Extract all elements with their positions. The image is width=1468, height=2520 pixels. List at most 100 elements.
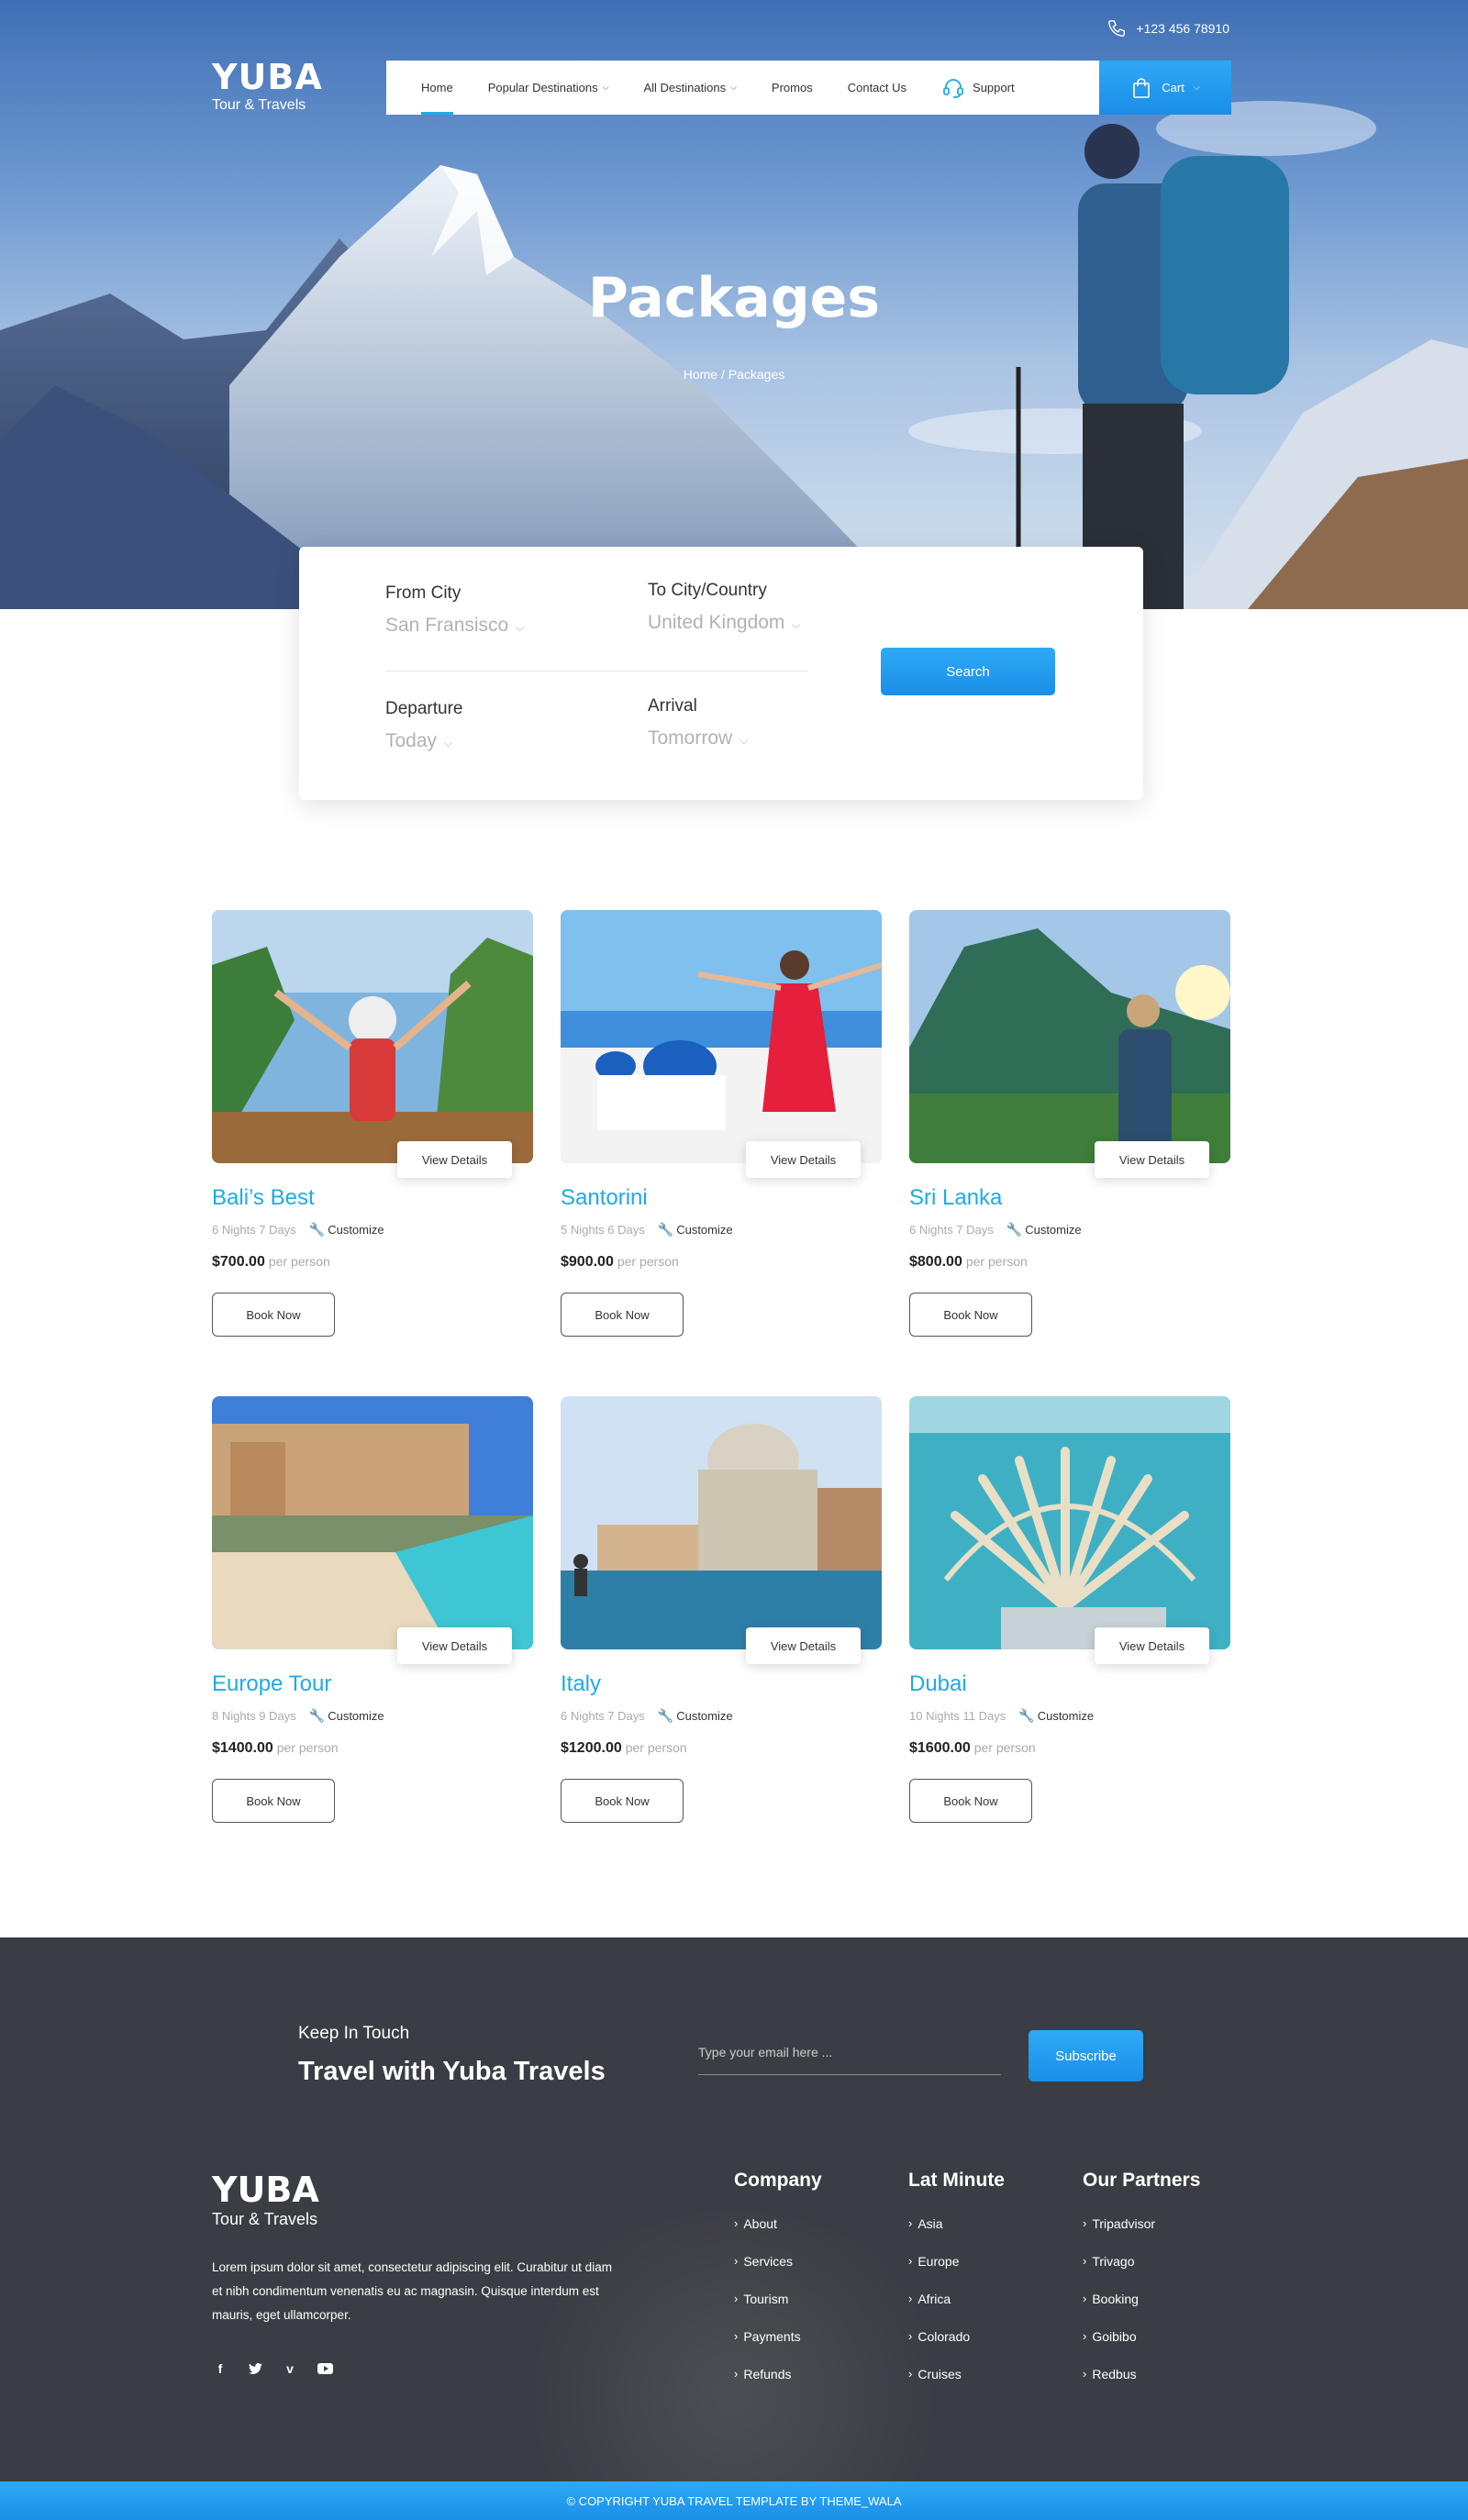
- view-details-button[interactable]: View Details: [746, 1627, 861, 1664]
- package-title[interactable]: Italy: [561, 1671, 882, 1697]
- footer-link[interactable]: › Tourism: [734, 2292, 822, 2329]
- twitter-icon[interactable]: [247, 2360, 263, 2377]
- footer-column-company: Company › About › Services › Tourism › Payme…: [734, 2170, 822, 2404]
- wrench-icon: 🔧: [308, 1222, 326, 1237]
- wrench-icon: 🔧: [657, 1708, 674, 1723]
- chevron-down-icon: ⌵: [444, 737, 453, 749]
- customize-link[interactable]: 🔧 Customize: [1018, 1708, 1094, 1724]
- package-image[interactable]: [909, 1396, 1230, 1649]
- footer-link[interactable]: › Cruises: [908, 2367, 1005, 2404]
- package-card: View Details Bali’s Best 6 Nights 7 Days…: [212, 910, 533, 1337]
- footer-link[interactable]: › About: [734, 2216, 822, 2254]
- package-title[interactable]: Sri Lanka: [909, 1185, 1230, 1211]
- package-image[interactable]: [909, 910, 1230, 1163]
- package-image[interactable]: [212, 1396, 533, 1649]
- chevron-right-icon: ›: [1083, 2292, 1087, 2305]
- footer-link[interactable]: › Trivago: [1083, 2254, 1200, 2292]
- phone-number[interactable]: +123 456 78910: [1136, 21, 1229, 36]
- main-nav: Home Popular Destinations ⌵ All Destinati…: [386, 61, 1231, 115]
- view-details-button[interactable]: View Details: [746, 1141, 861, 1178]
- footer-link[interactable]: › Africa: [908, 2292, 1005, 2329]
- cart-button[interactable]: Cart ⌵: [1099, 61, 1231, 115]
- youtube-icon[interactable]: [317, 2360, 333, 2377]
- customize-link[interactable]: 🔧 Customize: [658, 1708, 733, 1724]
- nav-item-support[interactable]: Support: [924, 61, 1032, 115]
- price-unit: per person: [965, 1254, 1028, 1269]
- package-duration: 6 Nights 7 Days: [561, 1709, 645, 1723]
- footer-link[interactable]: › Booking: [1083, 2292, 1200, 2329]
- package-duration: 5 Nights 6 Days: [561, 1223, 645, 1237]
- price-unit: per person: [973, 1740, 1036, 1755]
- departure-value: Today: [385, 730, 438, 751]
- book-now-button[interactable]: Book Now: [561, 1293, 684, 1337]
- package-card: View Details Sri Lanka 6 Nights 7 Days 🔧 C…: [909, 910, 1230, 1337]
- customize-link[interactable]: 🔧 Customize: [309, 1222, 384, 1238]
- logo[interactable]: YUBA Tour & Travels: [212, 59, 323, 114]
- book-now-button[interactable]: Book Now: [212, 1779, 335, 1823]
- from-city-value: San Fransisco: [385, 615, 509, 636]
- customize-link[interactable]: 🔧 Customize: [1006, 1222, 1082, 1238]
- package-title[interactable]: Europe Tour: [212, 1671, 533, 1697]
- footer-link[interactable]: › Refunds: [734, 2367, 822, 2404]
- customize-link[interactable]: 🔧 Customize: [309, 1708, 384, 1724]
- package-image[interactable]: [561, 1396, 882, 1649]
- footer-link[interactable]: › Payments: [734, 2329, 822, 2367]
- breadcrumb[interactable]: Home / Packages: [0, 367, 1468, 382]
- view-details-button[interactable]: View Details: [397, 1141, 512, 1178]
- package-duration: 6 Nights 7 Days: [909, 1223, 994, 1237]
- nav-item-promos[interactable]: Promos: [754, 61, 830, 115]
- vimeo-icon[interactable]: v: [282, 2360, 298, 2377]
- departure-field[interactable]: Departure Today ⌵: [385, 699, 463, 752]
- book-now-button[interactable]: Book Now: [212, 1293, 335, 1337]
- chevron-right-icon: ›: [734, 2292, 739, 2305]
- nav-item-home[interactable]: Home: [404, 61, 471, 115]
- chevron-down-icon: ⌵: [602, 83, 609, 92]
- search-button[interactable]: Search: [881, 648, 1055, 695]
- footer-logo[interactable]: YUBA Tour & Travels: [212, 2171, 319, 2229]
- package-title[interactable]: Dubai: [909, 1671, 1230, 1697]
- footer-column-title: Company: [734, 2170, 822, 2191]
- footer-link[interactable]: › Goibibo: [1083, 2329, 1200, 2367]
- subscribe-button[interactable]: Subscribe: [1029, 2030, 1143, 2081]
- view-details-button[interactable]: View Details: [1095, 1627, 1209, 1664]
- footer-link[interactable]: › Tripadvisor: [1083, 2216, 1200, 2254]
- book-now-button[interactable]: Book Now: [909, 1779, 1032, 1823]
- footer-link[interactable]: › Colorado: [908, 2329, 1005, 2367]
- shopping-bag-icon: [1133, 77, 1151, 98]
- arrival-field[interactable]: Arrival Tomorrow ⌵: [648, 696, 748, 749]
- nav-item-all-destinations[interactable]: All Destinations ⌵: [626, 61, 753, 115]
- nav-item-popular-destinations[interactable]: Popular Destinations ⌵: [471, 61, 627, 115]
- wrench-icon: 🔧: [1006, 1222, 1023, 1237]
- email-input[interactable]: [698, 2044, 1001, 2059]
- package-title[interactable]: Bali’s Best: [212, 1185, 533, 1211]
- arrival-value: Tomorrow: [648, 727, 733, 749]
- package-price: $800.00: [909, 1254, 962, 1270]
- package-image[interactable]: [561, 910, 882, 1163]
- book-now-button[interactable]: Book Now: [561, 1779, 684, 1823]
- copyright-bar: © COPYRIGHT YUBA TRAVEL TEMPLATE BY THEM…: [0, 2481, 1468, 2520]
- footer-link[interactable]: › Services: [734, 2254, 822, 2292]
- chevron-down-icon: ⌵: [792, 618, 801, 631]
- view-details-button[interactable]: View Details: [1095, 1141, 1209, 1178]
- newsletter-kicker: Keep In Touch: [298, 2024, 410, 2043]
- footer-link[interactable]: › Asia: [908, 2216, 1005, 2254]
- email-field[interactable]: [698, 2029, 1001, 2075]
- divider: [385, 671, 807, 672]
- package-image[interactable]: [212, 910, 533, 1163]
- facebook-icon[interactable]: f: [212, 2360, 228, 2377]
- hero-banner: +123 456 78910 YUBA Tour & Travels Home …: [0, 0, 1468, 609]
- chevron-down-icon: ⌵: [740, 734, 749, 747]
- package-title[interactable]: Santorini: [561, 1185, 882, 1211]
- book-now-button[interactable]: Book Now: [909, 1293, 1032, 1337]
- package-price: $1200.00: [561, 1740, 622, 1756]
- to-city-field[interactable]: To City/Country United Kingdom ⌵: [648, 581, 801, 634]
- footer-link[interactable]: › Europe: [908, 2254, 1005, 2292]
- view-details-button[interactable]: View Details: [397, 1627, 512, 1664]
- customize-link[interactable]: 🔧 Customize: [658, 1222, 733, 1238]
- nav-item-contact-us[interactable]: Contact Us: [830, 61, 924, 115]
- from-city-field[interactable]: From City San Fransisco ⌵: [385, 583, 524, 637]
- footer-link[interactable]: › Redbus: [1083, 2367, 1200, 2404]
- package-price: $700.00: [212, 1254, 265, 1270]
- footer-column-last-minute: Lat Minute › Asia › Europe › Africa › Colora…: [908, 2170, 1005, 2404]
- newsletter-headline: Travel with Yuba Travels: [298, 2057, 606, 2086]
